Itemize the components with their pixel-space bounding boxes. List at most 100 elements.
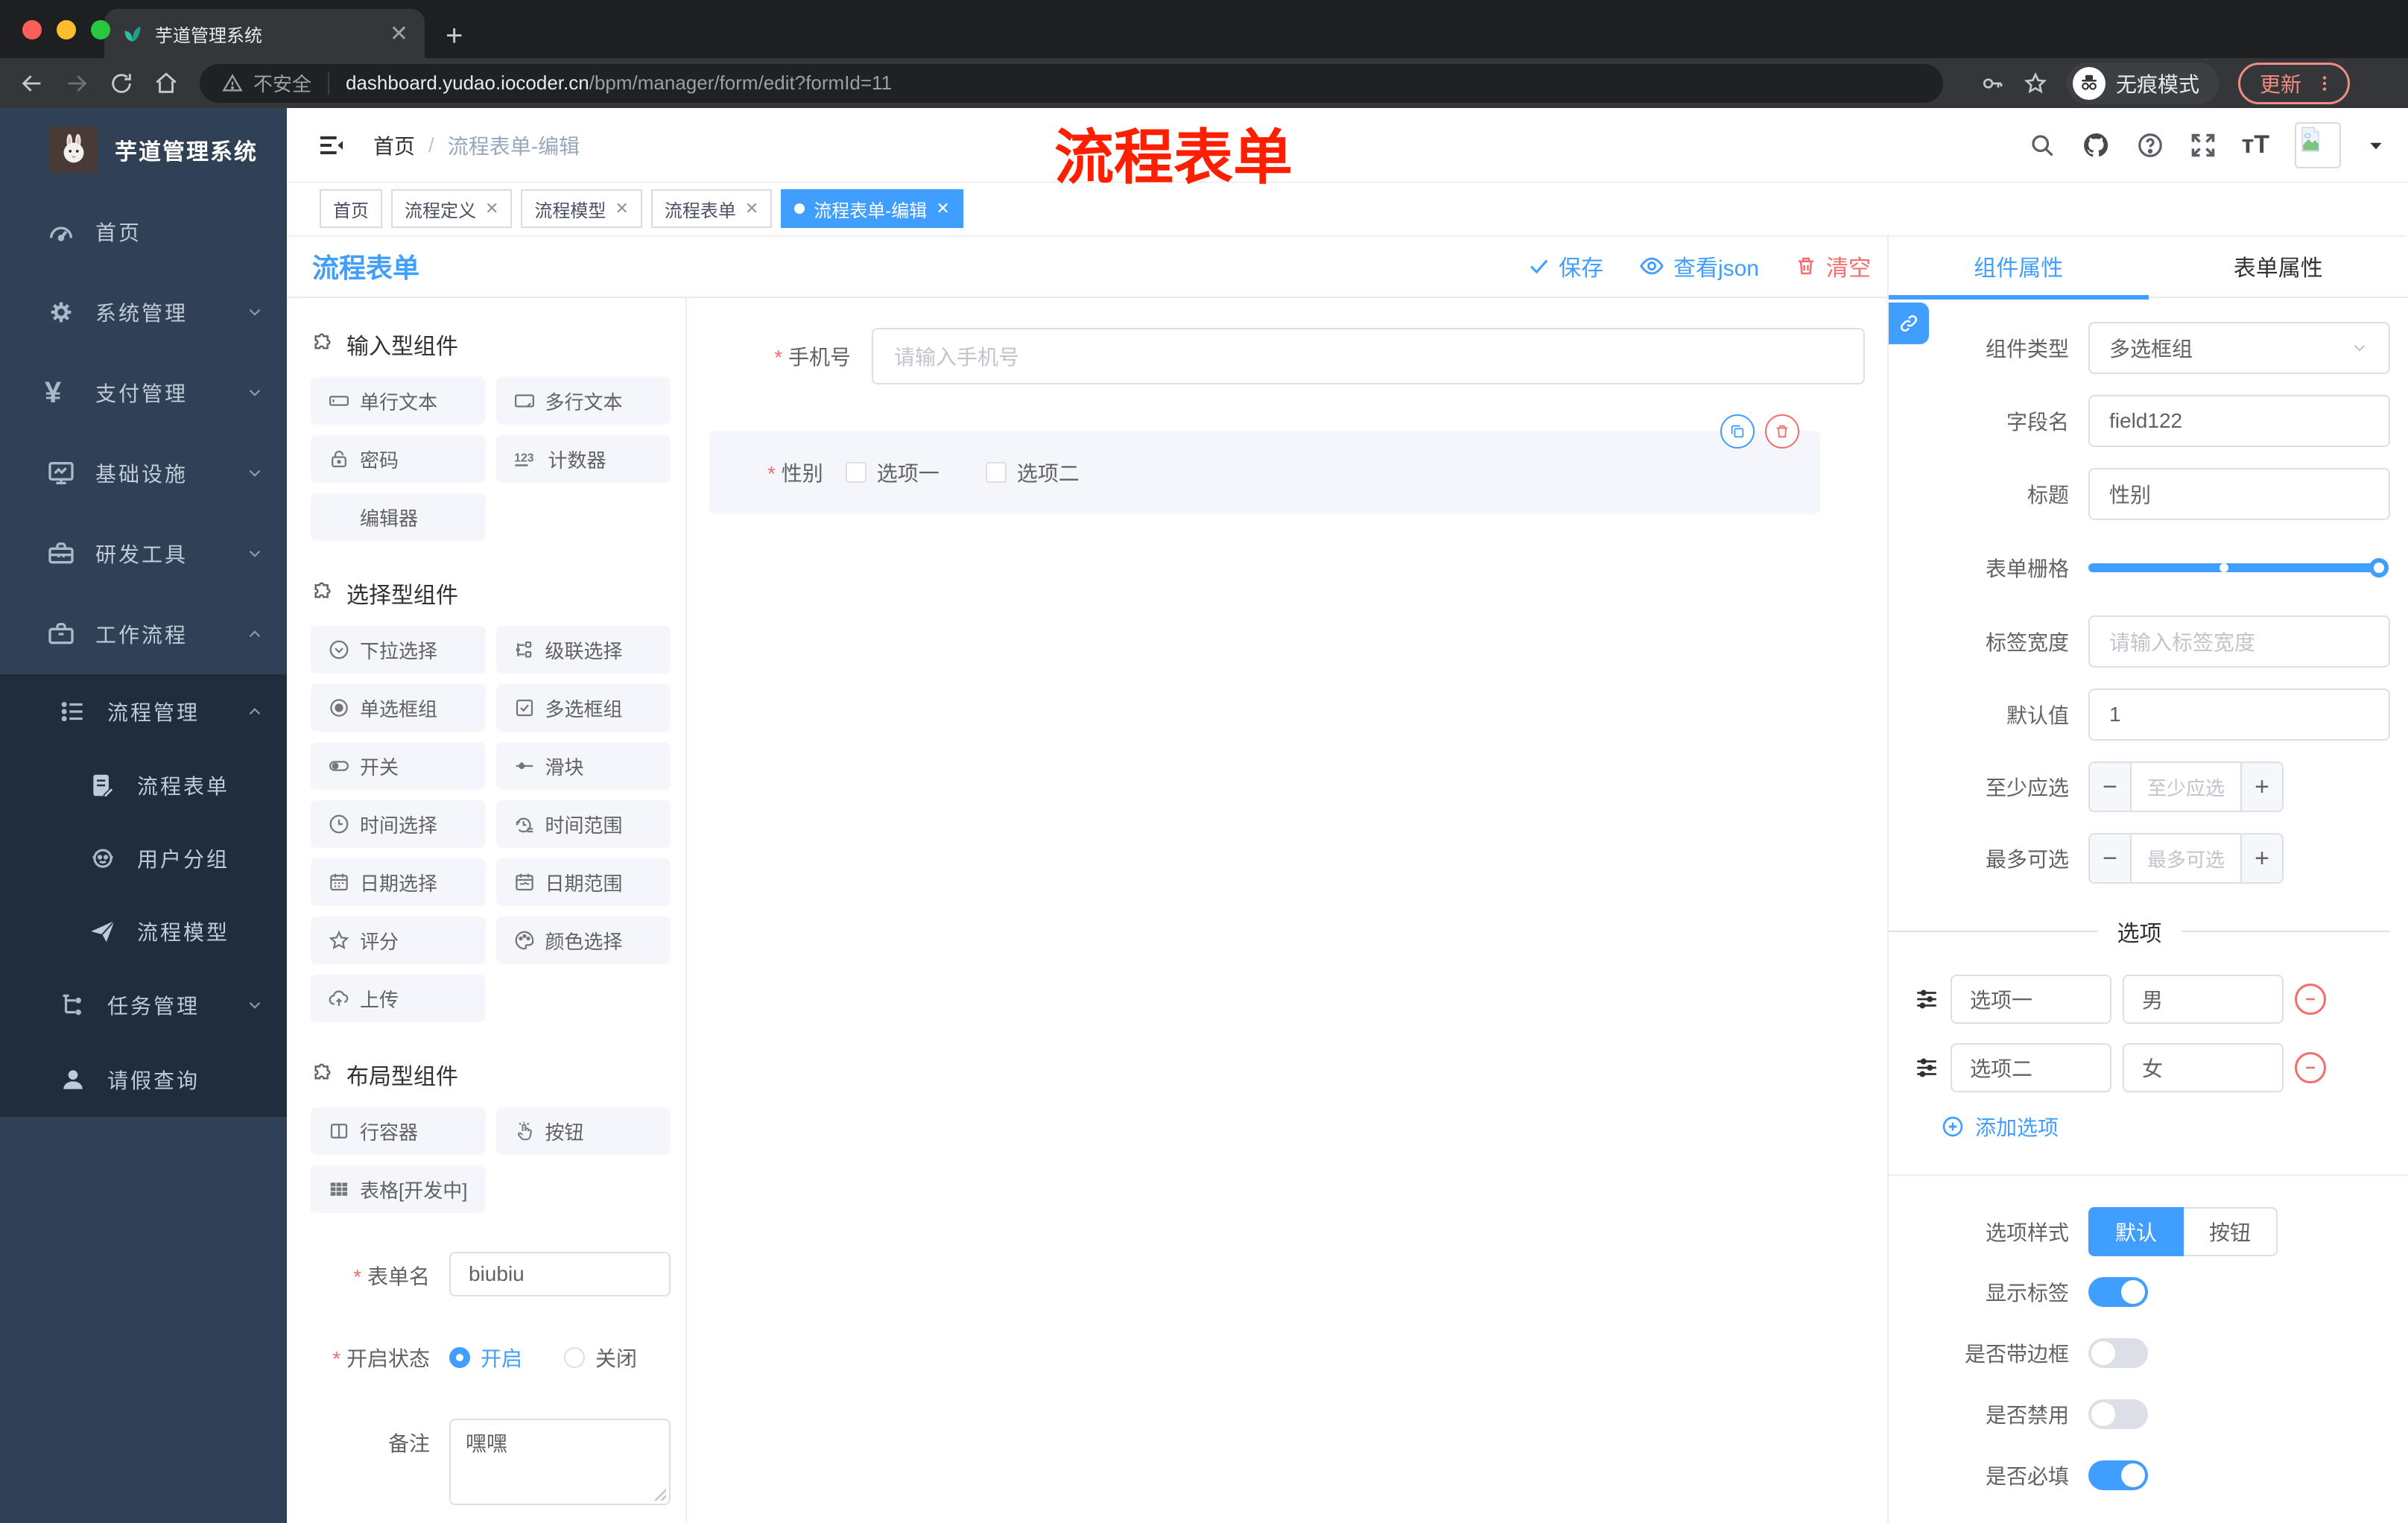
option-text-input[interactable]: 选项一 bbox=[1951, 975, 2111, 1024]
bookmark-star-icon[interactable] bbox=[2024, 72, 2047, 95]
sidebar-item-process-mgmt[interactable]: 流程管理 bbox=[0, 674, 287, 749]
palette-item-row-container[interactable]: 行容器 bbox=[311, 1107, 486, 1155]
gender-field-selected[interactable]: 性别 选项一 选项二 bbox=[709, 414, 1820, 514]
duplicate-component-button[interactable] bbox=[1720, 414, 1755, 449]
show-label-toggle[interactable] bbox=[2088, 1277, 2148, 1307]
add-option-button[interactable]: 添加选项 bbox=[1941, 1112, 2408, 1142]
search-icon[interactable] bbox=[2029, 132, 2056, 159]
close-icon[interactable]: ✕ bbox=[745, 199, 758, 218]
palette-item-single-text[interactable]: 单行文本 bbox=[311, 377, 486, 425]
avatar[interactable] bbox=[2295, 121, 2341, 168]
phone-field[interactable]: 手机号 请输入手机号 bbox=[709, 328, 1865, 384]
required-toggle[interactable] bbox=[2088, 1460, 2148, 1490]
sidebar-item-user-group[interactable]: 用户分组 bbox=[0, 822, 287, 895]
style-button-button[interactable]: 按钮 bbox=[2184, 1207, 2278, 1256]
palette-item-switch[interactable]: 开关 bbox=[311, 742, 486, 790]
palette-item-checkbox-group[interactable]: 多选框组 bbox=[495, 684, 671, 732]
palette-item-time-picker[interactable]: 时间选择 bbox=[311, 800, 486, 848]
palette-item-radio-group[interactable]: 单选框组 bbox=[311, 684, 486, 732]
drag-handle-icon[interactable] bbox=[1914, 1055, 1939, 1080]
sidebar-item-workflow[interactable]: 工作流程 bbox=[0, 594, 287, 674]
minimize-window-button[interactable] bbox=[57, 20, 76, 39]
palette-item-editor[interactable]: 编辑器 bbox=[311, 493, 486, 541]
view-json-button[interactable]: 查看json bbox=[1639, 250, 1759, 282]
option-value-input[interactable]: 女 bbox=[2123, 1043, 2284, 1092]
github-icon[interactable] bbox=[2081, 130, 2111, 160]
gender-option-1[interactable]: 选项一 bbox=[845, 457, 940, 487]
tab-form-props[interactable]: 表单属性 bbox=[2149, 235, 2408, 297]
resize-handle-icon[interactable] bbox=[654, 1489, 666, 1501]
new-tab-button[interactable]: + bbox=[446, 21, 463, 51]
palette-item-time-range[interactable]: 时间范围 bbox=[495, 800, 671, 848]
title-input[interactable]: 性别 bbox=[2088, 468, 2390, 520]
palette-item-date-range[interactable]: 日期范围 bbox=[495, 858, 671, 906]
palette-item-select[interactable]: 下拉选择 bbox=[311, 626, 486, 674]
drag-handle-icon[interactable] bbox=[1914, 987, 1939, 1012]
max-select-stepper[interactable]: − 最多可选 + bbox=[2088, 833, 2284, 884]
close-icon[interactable]: ✕ bbox=[615, 199, 628, 218]
help-icon[interactable] bbox=[2136, 131, 2164, 159]
breadcrumb-home[interactable]: 首页 bbox=[373, 130, 415, 160]
delete-component-button[interactable] bbox=[1765, 414, 1799, 449]
clear-button[interactable]: 清空 bbox=[1795, 250, 1871, 282]
slider-handle[interactable] bbox=[2369, 558, 2389, 577]
zoom-window-button[interactable] bbox=[91, 20, 110, 39]
plus-button[interactable]: + bbox=[2240, 835, 2282, 882]
password-key-icon[interactable] bbox=[1980, 72, 2004, 95]
sidebar-item-home[interactable]: 首页 bbox=[0, 191, 287, 272]
tag-home[interactable]: 首页 bbox=[320, 189, 382, 228]
status-radio-on[interactable]: 开启 bbox=[449, 1343, 522, 1372]
palette-item-upload[interactable]: 上传 bbox=[311, 975, 486, 1022]
component-type-select[interactable]: 多选框组 bbox=[2088, 322, 2390, 374]
sidebar-item-devtools[interactable]: 研发工具 bbox=[0, 513, 287, 594]
min-select-stepper[interactable]: − 至少应选 + bbox=[2088, 762, 2284, 812]
tag-process-form[interactable]: 流程表单 ✕ bbox=[650, 189, 773, 228]
palette-item-slider[interactable]: 滑块 bbox=[495, 742, 671, 790]
forward-icon[interactable] bbox=[64, 71, 89, 96]
collapse-sidebar-icon[interactable] bbox=[317, 130, 346, 160]
sidebar-item-task-mgmt[interactable]: 任务管理 bbox=[0, 968, 287, 1042]
fullscreen-icon[interactable] bbox=[2190, 132, 2217, 159]
palette-item-button[interactable]: 按钮 bbox=[495, 1107, 671, 1155]
remove-option-button[interactable] bbox=[2295, 1052, 2326, 1083]
palette-item-color-picker[interactable]: 颜色选择 bbox=[495, 916, 671, 964]
sidebar-item-process-model[interactable]: 流程模型 bbox=[0, 895, 287, 968]
remove-option-button[interactable] bbox=[2295, 984, 2326, 1015]
tag-process-model[interactable]: 流程模型 ✕ bbox=[521, 189, 642, 228]
sidebar-item-infra[interactable]: 基础设施 bbox=[0, 433, 287, 513]
tag-process-definition[interactable]: 流程定义 ✕ bbox=[391, 189, 513, 228]
palette-item-multi-text[interactable]: 多行文本 bbox=[495, 377, 671, 425]
palette-item-counter[interactable]: 123 计数器 bbox=[495, 435, 671, 483]
disabled-toggle[interactable] bbox=[2088, 1399, 2148, 1429]
palette-item-rate[interactable]: 评分 bbox=[311, 916, 486, 964]
caret-down-icon[interactable] bbox=[2366, 136, 2386, 155]
option-value-input[interactable]: 男 bbox=[2123, 975, 2284, 1024]
remark-textarea[interactable]: 嘿嘿 bbox=[449, 1419, 671, 1505]
close-window-button[interactable] bbox=[22, 20, 42, 39]
plus-button[interactable]: + bbox=[2240, 763, 2282, 811]
palette-item-cascader[interactable]: 级联选择 bbox=[495, 626, 671, 674]
font-size-icon[interactable]: тT bbox=[2242, 130, 2269, 159]
close-icon[interactable]: ✕ bbox=[936, 199, 949, 218]
home-icon[interactable] bbox=[153, 71, 179, 96]
gender-option-2[interactable]: 选项二 bbox=[985, 457, 1080, 487]
form-grid-slider[interactable] bbox=[2088, 558, 2389, 577]
address-bar[interactable]: 不安全 dashboard.yudao.iocoder.cn/bpm/manag… bbox=[200, 63, 1943, 103]
tab-component-props[interactable]: 组件属性 bbox=[1889, 235, 2149, 300]
save-button[interactable]: 保存 bbox=[1527, 250, 1603, 282]
palette-item-date-picker[interactable]: 日期选择 bbox=[311, 858, 486, 906]
phone-input[interactable]: 请输入手机号 bbox=[872, 328, 1865, 384]
border-toggle[interactable] bbox=[2088, 1338, 2148, 1368]
palette-item-password[interactable]: 密码 bbox=[311, 435, 486, 483]
back-icon[interactable] bbox=[19, 71, 45, 96]
window-controls[interactable] bbox=[22, 20, 110, 39]
tag-process-form-edit[interactable]: 流程表单-编辑 ✕ bbox=[781, 189, 963, 228]
sidebar-item-payment[interactable]: ¥ 支付管理 bbox=[0, 352, 287, 433]
form-name-input[interactable]: biubiu bbox=[449, 1252, 671, 1296]
status-radio-off[interactable]: 关闭 bbox=[564, 1343, 637, 1372]
label-width-input[interactable]: 请输入标签宽度 bbox=[2088, 615, 2390, 668]
sidebar-item-leave-query[interactable]: 请假查询 bbox=[0, 1042, 287, 1117]
style-default-button[interactable]: 默认 bbox=[2088, 1207, 2184, 1256]
tab-close-icon[interactable]: ✕ bbox=[390, 21, 408, 47]
app-logo-row[interactable]: 芋道管理系统 bbox=[0, 108, 287, 191]
